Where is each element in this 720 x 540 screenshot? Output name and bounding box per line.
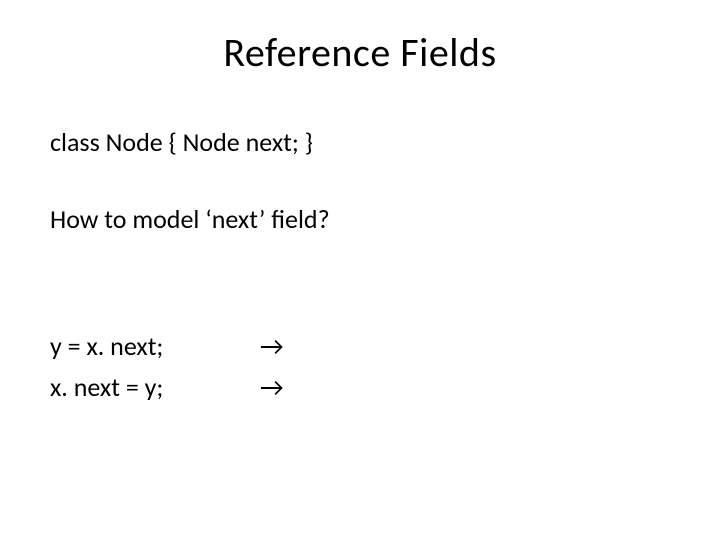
code-row: x. next = y; → — [50, 370, 670, 405]
question-text: How to model ‘next’ field? — [50, 202, 670, 237]
slide-container: Reference Fields class Node { Node next;… — [0, 0, 720, 540]
slide-title: Reference Fields — [50, 28, 670, 77]
code-row: y = x. next; → — [50, 329, 670, 364]
arrow-right-icon: → — [260, 330, 284, 362]
class-declaration: class Node { Node next; } — [50, 125, 670, 160]
arrow-right-icon: → — [260, 371, 284, 403]
code-snippet: x. next = y; — [50, 370, 260, 405]
code-snippet: y = x. next; — [50, 329, 260, 364]
